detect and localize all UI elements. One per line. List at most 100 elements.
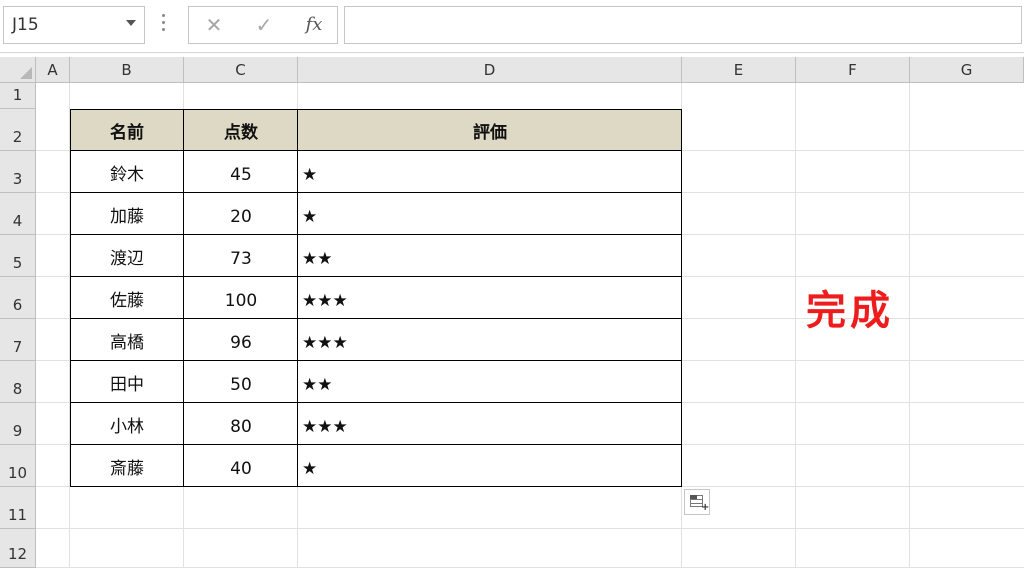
formula-input[interactable] — [344, 6, 1022, 44]
quick-analysis-button[interactable]: + — [684, 489, 710, 515]
cell-text: 点数 — [224, 123, 258, 143]
select-all-button[interactable] — [0, 57, 36, 83]
table-border — [681, 109, 682, 487]
row-number: 12 — [7, 545, 28, 563]
column-header-c[interactable]: C — [184, 57, 298, 83]
name-cell[interactable]: 渡辺 — [70, 235, 184, 277]
row-number: 7 — [12, 338, 23, 356]
row-header-7[interactable]: 7 — [0, 319, 36, 361]
table-border — [70, 109, 682, 110]
score-cell[interactable]: 50 — [184, 361, 298, 403]
rating-cell[interactable]: ★ — [298, 193, 682, 235]
cell-text: ★ — [302, 459, 318, 479]
score-cell[interactable]: 73 — [184, 235, 298, 277]
name-cell[interactable]: 鈴木 — [70, 151, 184, 193]
row-header-4[interactable]: 4 — [0, 193, 36, 235]
row-header-12[interactable]: 12 — [0, 529, 36, 568]
cell-text: 80 — [230, 417, 252, 437]
name-cell[interactable]: 田中 — [70, 361, 184, 403]
cell-text: ★★★ — [302, 291, 348, 311]
cancel-icon[interactable]: ✕ — [197, 11, 231, 39]
row-header-10[interactable]: 10 — [0, 445, 36, 487]
name-box[interactable]: J15 — [3, 6, 145, 44]
column-header-f[interactable]: F — [796, 57, 910, 83]
row-header-5[interactable]: 5 — [0, 235, 36, 277]
rating-cell[interactable]: ★★★ — [298, 319, 682, 361]
more-options-icon — [162, 14, 166, 34]
row-number: 3 — [12, 170, 23, 188]
name-cell[interactable]: 斎藤 — [70, 445, 184, 487]
cell-text: 100 — [224, 291, 258, 311]
row-header-2[interactable]: 2 — [0, 109, 36, 151]
table-border — [70, 318, 682, 319]
table-border — [70, 192, 682, 193]
table-border — [70, 109, 71, 487]
cell-text: ★★★ — [302, 417, 348, 437]
row-header-9[interactable]: 9 — [0, 403, 36, 445]
name-cell[interactable]: 佐藤 — [70, 277, 184, 319]
rating-cell[interactable]: ★ — [298, 151, 682, 193]
cell-text: 50 — [230, 375, 252, 395]
cell-text: ★★ — [302, 249, 333, 269]
cell-text: 加藤 — [110, 207, 144, 227]
cell-text: 高橋 — [110, 333, 144, 353]
enter-icon[interactable]: ✓ — [247, 11, 281, 39]
cell-text: 40 — [230, 459, 252, 479]
rating-cell[interactable]: ★★★ — [298, 277, 682, 319]
cell-text: 鈴木 — [110, 165, 144, 185]
gridline — [909, 83, 910, 568]
cell-text: 20 — [230, 207, 252, 227]
rating-cell[interactable]: ★★ — [298, 235, 682, 277]
row-header-11[interactable]: 11 — [0, 487, 36, 529]
table-border — [70, 234, 682, 235]
formula-buttons: ✕ ✓ fx — [188, 6, 338, 44]
name-cell[interactable]: 小林 — [70, 403, 184, 445]
row-header-8[interactable]: 8 — [0, 361, 36, 403]
rating-cell[interactable]: ★★★ — [298, 403, 682, 445]
cell-text: ★★ — [302, 375, 333, 395]
cell-text: 45 — [230, 165, 252, 185]
table-border — [70, 276, 682, 277]
column-header-a[interactable]: A — [36, 57, 70, 83]
score-cell[interactable]: 40 — [184, 445, 298, 487]
table-header-cell[interactable]: 評価 — [298, 109, 682, 151]
row-header-3[interactable]: 3 — [0, 151, 36, 193]
column-header-e[interactable]: E — [682, 57, 796, 83]
name-cell[interactable]: 加藤 — [70, 193, 184, 235]
row-header-1[interactable]: 1 — [0, 83, 36, 109]
column-header-d[interactable]: D — [298, 57, 682, 83]
score-cell[interactable]: 96 — [184, 319, 298, 361]
row-number: 11 — [7, 506, 28, 524]
gridline — [795, 83, 796, 568]
row-number: 5 — [12, 254, 23, 272]
score-cell[interactable]: 80 — [184, 403, 298, 445]
table-border — [183, 109, 184, 487]
cell-text: ★ — [302, 165, 318, 185]
name-cell[interactable]: 高橋 — [70, 319, 184, 361]
cell-text: 田中 — [110, 375, 144, 395]
cell-text: 渡辺 — [110, 249, 144, 269]
row-number: 6 — [12, 296, 23, 314]
score-cell[interactable]: 100 — [184, 277, 298, 319]
cell-text: 小林 — [110, 417, 144, 437]
table-border — [70, 444, 682, 445]
score-cell[interactable]: 20 — [184, 193, 298, 235]
row-number: 9 — [12, 422, 23, 440]
table-header-cell[interactable]: 名前 — [70, 109, 184, 151]
cell-text: 96 — [230, 333, 252, 353]
chevron-down-icon[interactable] — [126, 20, 136, 26]
rating-cell[interactable]: ★ — [298, 445, 682, 487]
insert-function-button[interactable]: fx — [297, 11, 331, 39]
score-cell[interactable]: 45 — [184, 151, 298, 193]
table-header-cell[interactable]: 点数 — [184, 109, 298, 151]
column-header-g[interactable]: G — [910, 57, 1024, 83]
column-header-b[interactable]: B — [70, 57, 184, 83]
gridline — [36, 528, 1024, 529]
row-header-6[interactable]: 6 — [0, 277, 36, 319]
row-number: 8 — [12, 380, 23, 398]
cell-text: ★★★ — [302, 333, 348, 353]
plus-icon: + — [701, 502, 710, 513]
row-number: 1 — [12, 86, 23, 104]
table-border — [297, 109, 298, 487]
rating-cell[interactable]: ★★ — [298, 361, 682, 403]
